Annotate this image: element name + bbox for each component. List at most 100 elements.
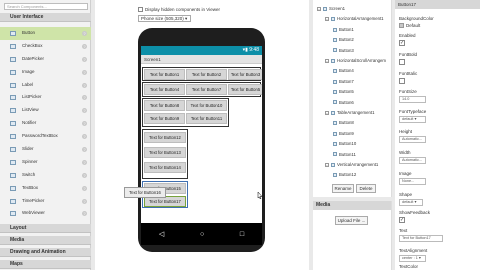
palette-item-passwordtextbox[interactable]: PasswordTextBox? <box>0 130 91 143</box>
button-4[interactable]: Text for Button4 <box>144 84 185 95</box>
help-icon[interactable]: ? <box>82 95 87 101</box>
hidden-components-toggle[interactable]: Display hidden components in Viewer <box>138 7 220 13</box>
showfeedback-checkbox[interactable]: ✓ <box>399 217 405 223</box>
palette-item-textbox[interactable]: TextBox? <box>0 182 91 195</box>
tree-node[interactable]: Button5 <box>333 89 354 95</box>
hand-cursor-icon <box>257 192 262 199</box>
height-input[interactable]: Automatic... <box>399 136 426 143</box>
button-icon <box>333 27 337 32</box>
palette-item-webviewer[interactable]: WebViewer? <box>0 207 91 220</box>
button-8[interactable]: Text for Button8 <box>144 100 185 111</box>
palette-item-checkbox[interactable]: CheckBox? <box>0 40 91 53</box>
tree-node[interactable]: − TableArrangement1 <box>325 110 375 116</box>
help-icon[interactable]: ? <box>82 134 87 140</box>
palette-item-image[interactable]: Image? <box>0 66 91 79</box>
help-icon[interactable]: ? <box>82 211 87 217</box>
tree-node[interactable]: Button6 <box>333 100 354 106</box>
category-layout[interactable]: Layout <box>0 224 91 233</box>
tree-node[interactable]: − VerticalArrangement1 <box>325 162 378 168</box>
palette-item-label[interactable]: Label? <box>0 79 91 92</box>
palette-item-button[interactable]: Button? <box>0 27 91 40</box>
shape-select[interactable]: default ▾ <box>399 199 423 206</box>
image-input[interactable]: None... <box>399 178 426 185</box>
help-icon[interactable]: ? <box>82 69 87 75</box>
palette-item-datepicker[interactable]: DatePicker? <box>0 53 91 66</box>
button-3[interactable]: Text for Button3 <box>228 69 262 80</box>
button-12[interactable]: Text for Button12 <box>144 132 186 143</box>
tree-node[interactable]: − Screen1 <box>317 6 345 12</box>
help-icon[interactable]: ? <box>82 185 87 191</box>
phone-size-select[interactable]: Phone size (505,320) ▾ <box>138 15 191 22</box>
collapse-icon[interactable]: − <box>325 162 329 167</box>
collapse-icon[interactable]: − <box>325 17 329 22</box>
tree-node[interactable]: Button1 <box>333 27 354 33</box>
collapse-icon[interactable]: − <box>325 58 329 63</box>
button-7[interactable]: Text for Button7 <box>186 84 227 95</box>
palette-item-timepicker[interactable]: TimePicker? <box>0 195 91 208</box>
tree-node[interactable]: Button2 <box>333 37 354 43</box>
palette-item-spinner[interactable]: Spinner? <box>0 156 91 169</box>
slider-icon <box>10 147 16 153</box>
button-1[interactable]: Text for Button1 <box>144 69 185 80</box>
search-components-input[interactable]: Search Components... <box>4 3 88 10</box>
tree-node[interactable]: Button9 <box>333 131 354 137</box>
recent-apps-icon[interactable]: □ <box>240 231 244 238</box>
category-maps[interactable]: Maps <box>0 260 91 269</box>
tree-node[interactable]: Button3 <box>333 48 354 54</box>
tree-node-label: Button6 <box>339 99 354 105</box>
button-11[interactable]: Text for Button11 <box>186 113 227 124</box>
button-13[interactable]: Text for Button13 <box>144 147 186 158</box>
collapse-icon[interactable]: − <box>325 110 329 115</box>
button-5[interactable]: Text for Button5 <box>228 84 262 95</box>
category-user-interface[interactable]: User Interface <box>0 13 91 22</box>
button-2[interactable]: Text for Button2 <box>186 69 227 80</box>
palette-item-listpicker[interactable]: ListPicker? <box>0 91 91 104</box>
help-icon[interactable]: ? <box>82 198 87 204</box>
fontbold-checkbox[interactable] <box>399 59 405 65</box>
tree-node[interactable]: Button8 <box>333 120 354 126</box>
dragging-button-16[interactable]: Text for Button16 <box>124 187 166 198</box>
help-icon[interactable]: ? <box>82 56 87 62</box>
rename-button[interactable]: Rename <box>332 184 354 193</box>
category-drawing-animation[interactable]: Drawing and Animation <box>0 248 91 257</box>
category-media[interactable]: Media <box>0 236 91 245</box>
tree-node[interactable]: − HorizontalArrangement1 <box>325 16 384 22</box>
tree-node[interactable]: Button12 <box>333 172 356 178</box>
typeface-select[interactable]: default ▾ <box>399 116 426 123</box>
hidden-components-checkbox[interactable] <box>138 7 143 13</box>
palette-item-switch[interactable]: Switch? <box>0 169 91 182</box>
home-icon[interactable]: ○ <box>200 231 204 238</box>
fontitalic-checkbox[interactable] <box>399 78 405 84</box>
text-input[interactable]: Text for Button17 <box>399 235 443 242</box>
enabled-checkbox[interactable]: ✓ <box>399 40 405 46</box>
help-icon[interactable]: ? <box>82 82 87 88</box>
tree-node[interactable]: Button7 <box>333 79 354 85</box>
upload-file-button[interactable]: Upload File ... <box>335 216 368 225</box>
tree-node[interactable]: Button11 <box>333 152 356 158</box>
help-icon[interactable]: ? <box>82 31 87 36</box>
button-9[interactable]: Text for Button9 <box>144 113 185 124</box>
back-icon[interactable]: ◁ <box>159 230 164 238</box>
fontsize-input[interactable]: 14.0 <box>399 96 426 103</box>
tree-node[interactable]: Button10 <box>333 141 356 147</box>
button-14[interactable]: Text for Button14 <box>144 162 186 173</box>
tree-node[interactable]: Button4 <box>333 68 354 74</box>
spinner-icon <box>10 159 16 165</box>
palette-item-notifier[interactable]: Notifier? <box>0 117 91 130</box>
tree-node[interactable]: − HorizontalScrollArrangem <box>325 58 386 64</box>
prop-bg-value[interactable]: Default <box>399 23 420 29</box>
help-icon[interactable]: ? <box>82 172 87 178</box>
help-icon[interactable]: ? <box>82 159 87 165</box>
delete-button[interactable]: Delete <box>356 184 376 193</box>
help-icon[interactable]: ? <box>82 43 87 49</box>
palette-item-slider[interactable]: Slider? <box>0 143 91 156</box>
button-10[interactable]: Text for Button10 <box>186 100 227 111</box>
help-icon[interactable]: ? <box>82 108 87 114</box>
palette-item-label: DatePicker <box>22 55 45 61</box>
textalign-select[interactable]: center : 1 ▾ <box>399 255 426 262</box>
palette-item-listview[interactable]: ListView? <box>0 104 91 117</box>
help-icon[interactable]: ? <box>82 147 87 153</box>
width-input[interactable]: Automatic... <box>399 157 426 164</box>
help-icon[interactable]: ? <box>82 121 87 127</box>
collapse-icon[interactable]: − <box>317 6 321 11</box>
